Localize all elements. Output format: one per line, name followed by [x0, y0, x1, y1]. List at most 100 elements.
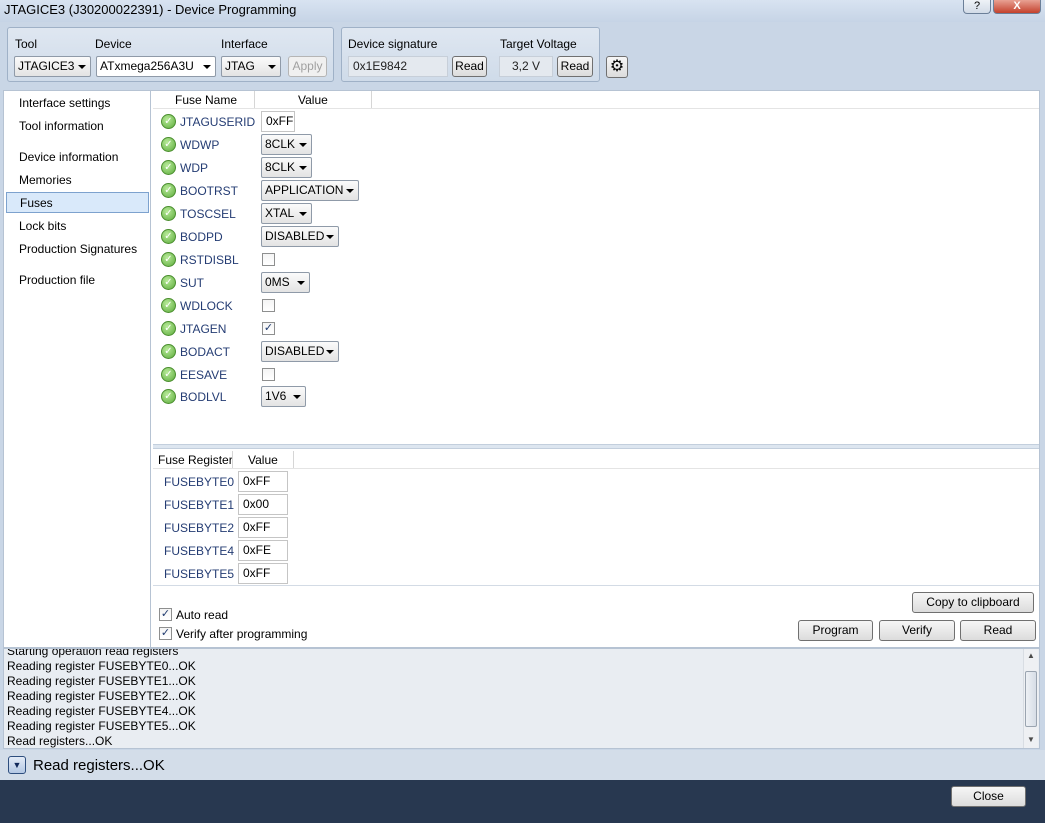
jtagen-checkbox[interactable]: ✓ [262, 322, 275, 335]
register-grid-header: Fuse Register Value [153, 451, 1039, 469]
log-line: Read registers...OK [7, 734, 113, 748]
check-icon: ✓ [161, 389, 176, 404]
voltage-read-button[interactable]: Read [557, 56, 593, 77]
wdwp-select-value: 8CLK [265, 137, 296, 151]
toscsel-select[interactable]: XTAL [261, 203, 312, 224]
expand-log-button[interactable]: ▼ [8, 756, 26, 774]
chevron-down-icon [297, 281, 305, 285]
check-icon: ✓ [161, 229, 176, 244]
sidebar-item-production-signatures[interactable]: Production Signatures [6, 239, 149, 260]
fusebyte0-input[interactable]: 0xFF [238, 471, 288, 492]
register-name-header: Fuse Register [158, 453, 233, 467]
panel-splitter[interactable] [153, 444, 1039, 449]
main-panel: Interface settings Tool information Devi… [3, 90, 1040, 648]
log-line: Reading register FUSEBYTE4...OK [7, 704, 196, 718]
device-select[interactable]: ATxmega256A3U [96, 56, 216, 77]
register-value-header: Value [248, 453, 278, 467]
log-scrollbar[interactable]: ▲ ▼ [1023, 649, 1038, 748]
check-icon: ✓ [161, 367, 176, 382]
check-icon: ✓ [161, 137, 176, 152]
sidebar-item-memories[interactable]: Memories [6, 170, 149, 191]
fuse-name: TOSCSEL [180, 207, 236, 221]
sidebar: Interface settings Tool information Devi… [4, 91, 151, 647]
bootrst-select[interactable]: APPLICATION [261, 180, 359, 201]
fusebyte1-input[interactable]: 0x00 [238, 494, 288, 515]
voltage-label: Target Voltage [500, 37, 577, 51]
window-close-button[interactable]: X [993, 0, 1041, 14]
help-button[interactable]: ? [963, 0, 991, 14]
signature-label: Device signature [348, 37, 438, 51]
sidebar-item-interface-settings[interactable]: Interface settings [6, 93, 149, 114]
bodlvl-select-value: 1V6 [265, 389, 287, 403]
fuse-row-toscsel: ✓ TOSCSEL XTAL [159, 203, 459, 225]
fuse-name: BODACT [180, 345, 231, 359]
fuse-row-bodlvl: ✓ BODLVL 1V6 [159, 386, 459, 408]
read-button[interactable]: Read [960, 620, 1036, 641]
scroll-up-icon[interactable]: ▲ [1027, 651, 1035, 660]
eesave-checkbox[interactable] [262, 368, 275, 381]
fuse-name: WDP [180, 161, 208, 175]
sidebar-item-device-information[interactable]: Device information [6, 147, 149, 168]
sidebar-item-lock-bits[interactable]: Lock bits [6, 216, 149, 237]
log-output[interactable]: Starting operation read registers Readin… [3, 648, 1040, 749]
tool-select[interactable]: JTAGICE3 [14, 56, 91, 77]
wdlock-checkbox[interactable] [262, 299, 275, 312]
tool-device-group: Tool Device Interface JTAGICE3 ATxmega25… [7, 27, 334, 82]
copy-to-clipboard-button[interactable]: Copy to clipboard [912, 592, 1034, 613]
program-button[interactable]: Program [798, 620, 873, 641]
tool-select-value: JTAGICE3 [18, 59, 75, 73]
auto-read-checkbox[interactable]: ✓ [159, 608, 172, 621]
check-icon: ✓ [161, 206, 176, 221]
log-line: Reading register FUSEBYTE5...OK [7, 719, 196, 733]
fusebyte5-input[interactable]: 0xFF [238, 563, 288, 584]
fuse-name: EESAVE [180, 368, 228, 382]
signature-read-button[interactable]: Read [452, 56, 487, 77]
check-icon: ✓ [161, 344, 176, 359]
device-label: Device [95, 37, 132, 51]
log-line: Reading register FUSEBYTE1...OK [7, 674, 196, 688]
interface-select[interactable]: JTAG [221, 56, 281, 77]
window-title: JTAGICE3 (J30200022391) - Device Program… [4, 2, 297, 17]
check-icon: ✓ [161, 298, 176, 313]
bodlvl-select[interactable]: 1V6 [261, 386, 306, 407]
check-icon: ✓ [161, 275, 176, 290]
sidebar-item-tool-information[interactable]: Tool information [6, 116, 149, 137]
sidebar-item-production-file[interactable]: Production file [6, 270, 149, 291]
fuse-value-header: Value [298, 93, 328, 107]
sidebar-item-fuses[interactable]: Fuses [6, 192, 149, 213]
settings-button[interactable]: ⚙ [606, 56, 628, 78]
interface-label: Interface [221, 37, 268, 51]
close-button[interactable]: Close [951, 786, 1026, 807]
bootrst-select-value: APPLICATION [265, 183, 344, 197]
scroll-thumb[interactable] [1025, 671, 1037, 727]
chevron-down-icon [268, 65, 276, 69]
wdp-select[interactable]: 8CLK [261, 157, 312, 178]
bodact-select[interactable]: DISABLED [261, 341, 339, 362]
fuse-name: RSTDISBL [180, 253, 239, 267]
rstdisbl-checkbox[interactable] [262, 253, 275, 266]
chevron-down-icon [299, 166, 307, 170]
apply-button[interactable]: Apply [288, 56, 327, 77]
check-icon: ✓ [161, 183, 176, 198]
verify-after-programming-checkbox[interactable]: ✓ [159, 627, 172, 640]
fuse-row-jtaguserid: ✓ JTAGUSERID 0xFF [159, 111, 459, 133]
check-icon: ✓ [161, 114, 176, 129]
device-select-value: ATxmega256A3U [100, 59, 194, 73]
bodpd-select[interactable]: DISABLED [261, 226, 339, 247]
wdp-select-value: 8CLK [265, 160, 296, 174]
voltage-value: 3,2 V [499, 56, 553, 77]
register-name: FUSEBYTE5 [164, 567, 235, 581]
register-name: FUSEBYTE0 [164, 475, 235, 489]
wdwp-select[interactable]: 8CLK [261, 134, 312, 155]
sut-select[interactable]: 0MS [261, 272, 310, 293]
fuse-row-eesave: ✓ EESAVE [159, 364, 459, 386]
fusebyte2-input[interactable]: 0xFF [238, 517, 288, 538]
jtaguserid-input[interactable]: 0xFF [261, 111, 295, 132]
scroll-down-icon[interactable]: ▼ [1027, 735, 1035, 744]
fusebyte4-input[interactable]: 0xFE [238, 540, 288, 561]
verify-button[interactable]: Verify [879, 620, 955, 641]
fuse-row-wdlock: ✓ WDLOCK [159, 295, 459, 317]
interface-select-value: JTAG [225, 59, 255, 73]
chevron-down-icon [346, 189, 354, 193]
fuse-row-bootrst: ✓ BOOTRST APPLICATION [159, 180, 459, 202]
